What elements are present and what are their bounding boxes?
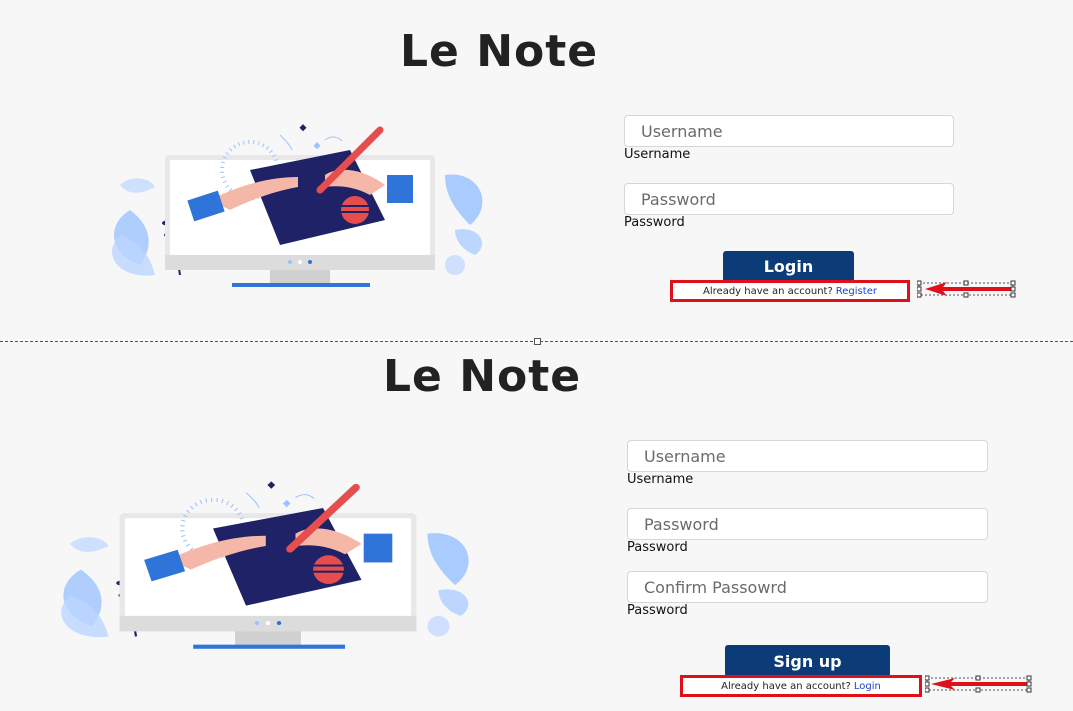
username-input[interactable]: [624, 115, 954, 147]
arrow-annotation: [925, 675, 1032, 693]
account-hint-text: Already have an account?: [703, 285, 833, 297]
page-title: Le Note: [400, 26, 599, 77]
account-hint: Already have an account? Register: [670, 280, 910, 302]
signup-panel: Le Note Username Username Password Passw…: [0, 342, 1073, 711]
password-input[interactable]: [627, 508, 988, 540]
computer-illustration: [61, 481, 469, 649]
password-label: Password: [627, 540, 688, 555]
confirm-password-input[interactable]: [627, 571, 988, 603]
computer-illustration: [112, 124, 483, 287]
account-hint: Already have an account? Login: [680, 675, 922, 697]
account-hint-text: Already have an account?: [721, 680, 851, 692]
username-label: Username: [624, 147, 691, 162]
arrow-annotation: [917, 280, 1016, 298]
login-link[interactable]: Login: [854, 681, 881, 692]
page-title: Le Note: [383, 351, 582, 402]
register-link[interactable]: Register: [836, 286, 877, 297]
login-button[interactable]: Login: [723, 251, 854, 282]
password-input[interactable]: [624, 183, 954, 215]
signup-button[interactable]: Sign up: [725, 645, 890, 677]
username-input[interactable]: [627, 440, 988, 472]
confirm-password-label: Password: [627, 603, 688, 618]
login-panel: Le Note Username Username Password Login…: [0, 0, 1073, 340]
password-label: Password: [624, 215, 685, 230]
username-label: Username: [627, 472, 694, 487]
